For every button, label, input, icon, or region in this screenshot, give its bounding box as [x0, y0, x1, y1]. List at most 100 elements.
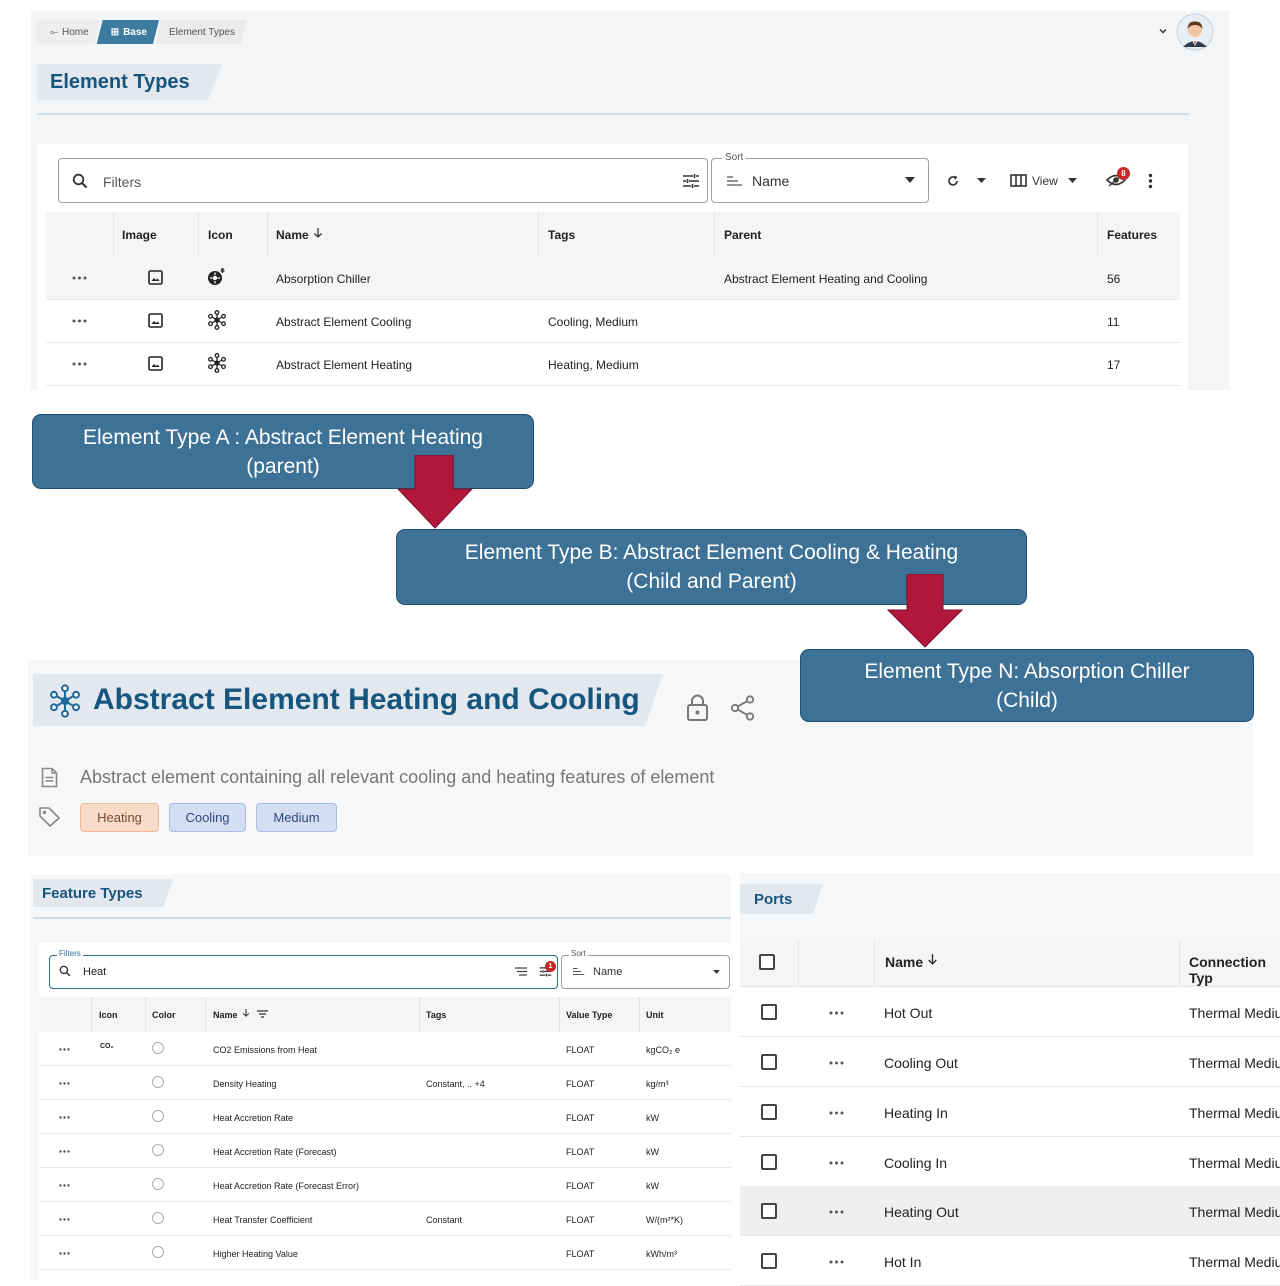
ft-column-header-name[interactable]: Name	[213, 1010, 238, 1020]
row-checkbox[interactable]	[761, 1004, 777, 1020]
avatar[interactable]	[1176, 13, 1214, 51]
column-header-parent[interactable]: Parent	[724, 228, 761, 242]
more-horiz-icon[interactable]	[829, 1011, 844, 1015]
column-header-name[interactable]: Name	[276, 228, 309, 242]
tune-icon[interactable]	[682, 172, 700, 190]
view-columns-icon[interactable]	[1010, 174, 1027, 187]
port-name[interactable]: Cooling In	[884, 1155, 947, 1171]
feature-sort-select[interactable]	[561, 955, 730, 989]
feature-name[interactable]: Heat Accretion Rate (Forecast)	[213, 1147, 337, 1157]
ft-column-header-unit[interactable]: Unit	[646, 1010, 664, 1020]
breadcrumb-current-label: Element Types	[168, 26, 235, 38]
sort-arrow-down-icon[interactable]	[927, 953, 938, 966]
feature-row[interactable]	[39, 1100, 731, 1134]
color-swatch[interactable]	[152, 1246, 164, 1258]
more-horiz-icon[interactable]	[59, 1218, 70, 1221]
color-swatch[interactable]	[152, 1110, 164, 1122]
more-horiz-icon[interactable]	[829, 1161, 844, 1165]
sort-arrow-down-icon[interactable]	[313, 227, 323, 239]
more-horiz-icon[interactable]	[59, 1048, 70, 1051]
chevron-down-icon[interactable]	[1158, 26, 1168, 36]
feature-name[interactable]: Heat Accretion Rate	[213, 1113, 293, 1123]
row-name[interactable]: Abstract Element Heating	[276, 358, 412, 372]
more-horiz-icon[interactable]	[829, 1260, 844, 1264]
feature-name[interactable]: Density Heating	[213, 1079, 277, 1089]
ports-column-header-connection-type[interactable]: Connection Typ	[1189, 954, 1280, 986]
ft-column-header-color[interactable]: Color	[152, 1010, 176, 1020]
view-caret-icon[interactable]	[1068, 178, 1077, 183]
feature-filter-input[interactable]	[49, 955, 558, 989]
row-checkbox[interactable]	[761, 1253, 777, 1269]
more-vert-icon[interactable]	[1148, 173, 1153, 189]
feature-row[interactable]	[39, 1032, 731, 1066]
port-name[interactable]: Heating In	[884, 1105, 948, 1121]
refresh-icon[interactable]	[946, 174, 960, 188]
more-horiz-icon[interactable]	[829, 1061, 844, 1065]
feature-row[interactable]	[39, 1236, 731, 1270]
callout-b-line1: Element Type B: Abstract Element Cooling…	[464, 541, 959, 564]
chiller-icon	[207, 268, 227, 286]
color-swatch[interactable]	[152, 1144, 164, 1156]
breadcrumb-current[interactable]: Element Types	[155, 20, 247, 44]
color-swatch[interactable]	[152, 1212, 164, 1224]
more-horiz-icon[interactable]	[59, 1082, 70, 1085]
more-horiz-icon[interactable]	[59, 1150, 70, 1153]
network-icon	[48, 684, 82, 718]
filter-lines-icon[interactable]	[515, 967, 527, 976]
feature-row[interactable]	[39, 1202, 731, 1236]
feature-row[interactable]	[39, 1066, 731, 1100]
feature-name[interactable]: Heat Accretion Rate (Forecast Error)	[213, 1181, 359, 1191]
column-header-icon[interactable]: Icon	[208, 228, 233, 242]
color-swatch[interactable]	[152, 1076, 164, 1088]
feature-row[interactable]	[39, 1134, 731, 1168]
ports-column-header-name[interactable]: Name	[885, 954, 923, 970]
lock-icon[interactable]	[686, 694, 709, 721]
port-name[interactable]: Heating Out	[884, 1204, 959, 1220]
feature-row[interactable]	[39, 1168, 731, 1202]
view-button[interactable]: View	[1032, 174, 1058, 188]
feature-name[interactable]: Heat Transfer Coefficient	[213, 1215, 312, 1225]
share-icon[interactable]	[730, 695, 755, 721]
feature-name[interactable]: Higher Heating Value	[213, 1249, 298, 1259]
column-header-tags[interactable]: Tags	[548, 228, 575, 242]
row-name[interactable]: Absorption Chiller	[276, 272, 371, 286]
more-horiz-icon[interactable]	[59, 1252, 70, 1255]
ft-column-header-icon[interactable]: Icon	[99, 1010, 118, 1020]
ft-column-header-value-type[interactable]: Value Type	[566, 1010, 612, 1020]
row-parent[interactable]: Abstract Element Heating and Cooling	[724, 272, 927, 286]
feature-table-header	[39, 997, 731, 1032]
more-horiz-icon[interactable]	[829, 1111, 844, 1115]
breadcrumb-base[interactable]: ⊞ Base	[97, 20, 159, 44]
column-header-image[interactable]: Image	[122, 228, 157, 242]
sort-select[interactable]	[711, 158, 929, 203]
tag-chip-cooling[interactable]: Cooling	[169, 803, 246, 832]
more-horiz-icon[interactable]	[72, 276, 87, 280]
more-horiz-icon[interactable]	[829, 1210, 844, 1214]
row-checkbox[interactable]	[761, 1054, 777, 1070]
column-filter-icon[interactable]	[257, 1010, 268, 1018]
breadcrumb-home[interactable]: ⟜ Home	[36, 20, 101, 44]
row-checkbox[interactable]	[761, 1104, 777, 1120]
port-name[interactable]: Hot Out	[884, 1005, 932, 1021]
caret-down-icon	[905, 177, 915, 183]
row-name[interactable]: Abstract Element Cooling	[276, 315, 411, 329]
row-checkbox[interactable]	[761, 1203, 777, 1219]
row-checkbox[interactable]	[761, 1154, 777, 1170]
port-name[interactable]: Hot In	[884, 1254, 921, 1270]
filter-input[interactable]	[58, 158, 708, 203]
select-all-checkbox[interactable]	[759, 954, 775, 970]
ft-column-header-tags[interactable]: Tags	[426, 1010, 446, 1020]
tag-chip-heating[interactable]: Heating	[80, 803, 159, 832]
refresh-menu-caret-icon[interactable]	[977, 178, 986, 183]
more-horiz-icon[interactable]	[72, 362, 87, 366]
port-name[interactable]: Cooling Out	[884, 1055, 958, 1071]
tag-chip-medium[interactable]: Medium	[256, 803, 337, 832]
more-horiz-icon[interactable]	[59, 1184, 70, 1187]
color-swatch[interactable]	[152, 1178, 164, 1190]
more-horiz-icon[interactable]	[72, 319, 87, 323]
sort-arrow-down-icon[interactable]	[242, 1008, 250, 1018]
feature-name[interactable]: CO2 Emissions from Heat	[213, 1045, 317, 1055]
more-horiz-icon[interactable]	[59, 1116, 70, 1119]
column-header-features[interactable]: Features	[1107, 228, 1157, 242]
color-swatch[interactable]	[152, 1042, 164, 1054]
